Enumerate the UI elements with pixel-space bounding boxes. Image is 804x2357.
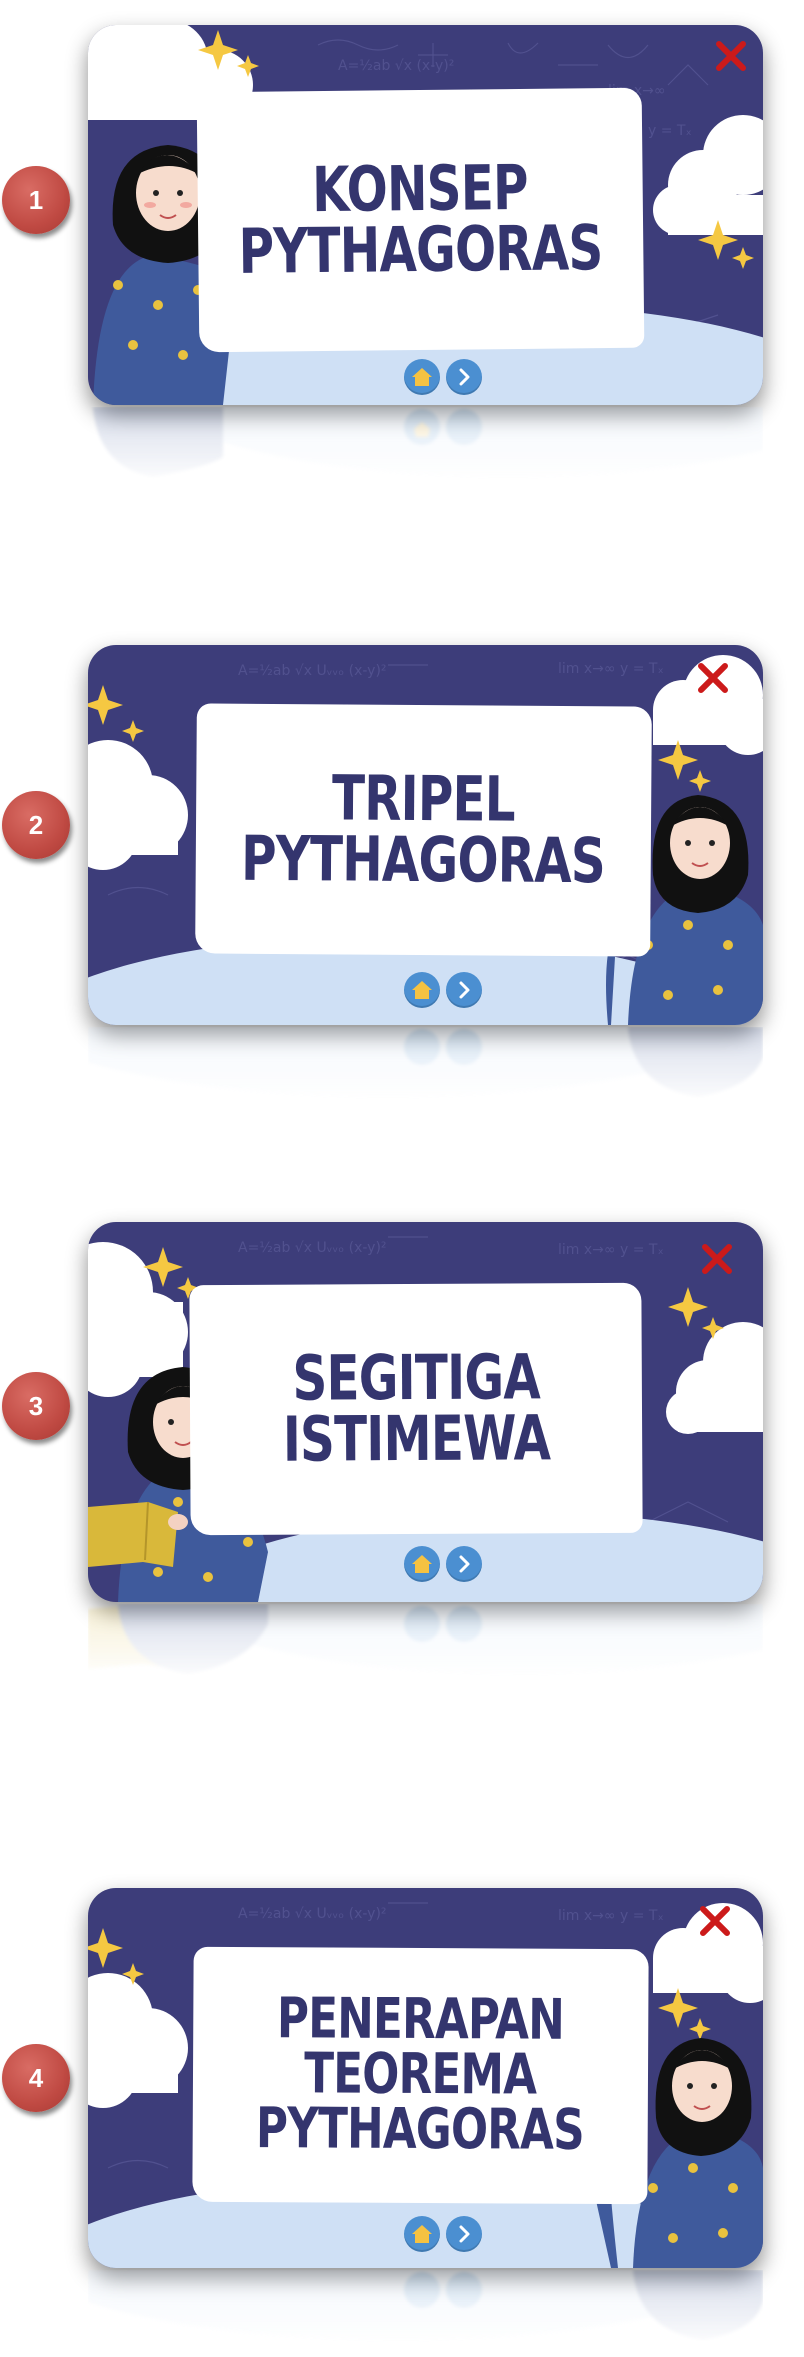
- slide-number-badge-1[interactable]: 1: [2, 166, 70, 234]
- home-button[interactable]: [404, 972, 440, 1008]
- home-button[interactable]: [404, 2216, 440, 2252]
- chevron-right-icon: [459, 981, 470, 999]
- home-button[interactable]: [404, 359, 440, 395]
- slide-number-1: 1: [28, 184, 44, 215]
- svg-text:y = Tₓ: y = Tₓ: [648, 123, 692, 139]
- home-icon: [412, 368, 432, 386]
- slide-number-3: 3: [28, 1390, 44, 1421]
- title-line: SEGITIGA: [291, 1340, 540, 1415]
- slide-title: KONSEP PYTHAGORAS: [238, 151, 604, 288]
- next-button[interactable]: [446, 2216, 482, 2252]
- close-x-icon[interactable]: [696, 661, 730, 695]
- svg-text:lim x→∞ y = Tₓ: lim x→∞ y = Tₓ: [558, 661, 664, 677]
- next-button[interactable]: [446, 359, 482, 395]
- slide-reflection: [88, 1027, 763, 1107]
- slide-title: PENERAPAN TEOREMA PYTHAGORAS: [256, 1986, 585, 2163]
- close-x-icon[interactable]: [700, 1242, 734, 1276]
- title-board: TRIPEL PYTHAGORAS: [195, 703, 652, 957]
- svg-text:lim x→∞ y = Tₓ: lim x→∞ y = Tₓ: [558, 1242, 664, 1258]
- slide-card-3[interactable]: A=½ab √x Uᵥᵥₒ (x-y)² lim x→∞ y = Tₓ SEGI…: [88, 1222, 763, 1602]
- home-icon: [412, 1555, 432, 1573]
- slide-title: SEGITIGA ISTIMEWA: [282, 1340, 551, 1476]
- title-line: PYTHAGORAS: [241, 821, 606, 898]
- slide-reflection: [88, 2270, 763, 2350]
- home-icon: [412, 2225, 432, 2243]
- title-line: PENERAPAN: [277, 1986, 565, 2053]
- slide-number-badge-4[interactable]: 4: [2, 2044, 70, 2112]
- chevron-right-icon: [459, 2225, 470, 2243]
- title-board: SEGITIGA ISTIMEWA: [189, 1282, 643, 1536]
- title-line: TEOREMA: [304, 2041, 537, 2108]
- chevron-right-icon: [459, 1555, 470, 1573]
- home-icon: [412, 981, 432, 999]
- next-button[interactable]: [446, 1546, 482, 1582]
- slide-number-2: 2: [28, 809, 44, 840]
- next-button[interactable]: [446, 972, 482, 1008]
- slide-reflection: [88, 1604, 763, 1684]
- chevron-right-icon: [459, 368, 470, 386]
- slide-number-badge-3[interactable]: 3: [2, 1372, 70, 1440]
- title-board: KONSEP PYTHAGORAS: [196, 87, 645, 353]
- close-x-icon[interactable]: [698, 1904, 732, 1938]
- title-line: PYTHAGORAS: [256, 2096, 585, 2163]
- slide-reflection: [88, 407, 763, 487]
- title-board: PENERAPAN TEOREMA PYTHAGORAS: [192, 1946, 649, 2205]
- slide-number-badge-2[interactable]: 2: [2, 791, 70, 859]
- nav-buttons: [404, 359, 482, 395]
- slide-title: TRIPEL PYTHAGORAS: [241, 762, 606, 898]
- home-button[interactable]: [404, 1546, 440, 1582]
- slide-card-1[interactable]: A=½ab √x (x-y)² lim x→∞ y = Tₓ KONSEP PY…: [88, 25, 763, 405]
- nav-buttons: [404, 972, 482, 1008]
- svg-text:A=½ab √x Uᵥᵥₒ (x-y)²: A=½ab √x Uᵥᵥₒ (x-y)²: [238, 1906, 387, 1922]
- svg-text:A=½ab √x Uᵥᵥₒ (x-y)²: A=½ab √x Uᵥᵥₒ (x-y)²: [238, 663, 387, 679]
- svg-text:A=½ab √x Uᵥᵥₒ (x-y)²: A=½ab √x Uᵥᵥₒ (x-y)²: [238, 1240, 387, 1256]
- svg-text:A=½ab √x (x-y)²: A=½ab √x (x-y)²: [338, 58, 454, 74]
- title-line: ISTIMEWA: [282, 1401, 551, 1476]
- svg-text:lim x→∞ y = Tₓ: lim x→∞ y = Tₓ: [558, 1908, 664, 1924]
- slide-number-4: 4: [28, 2062, 44, 2093]
- title-line: PYTHAGORAS: [238, 211, 604, 288]
- close-x-icon[interactable]: [714, 39, 748, 73]
- nav-buttons: [404, 1546, 482, 1582]
- nav-buttons: [404, 2216, 482, 2252]
- slide-card-4[interactable]: A=½ab √x Uᵥᵥₒ (x-y)² lim x→∞ y = Tₓ PENE…: [88, 1888, 763, 2268]
- slide-card-2[interactable]: A=½ab √x Uᵥᵥₒ (x-y)² lim x→∞ y = Tₓ TRIP…: [88, 645, 763, 1025]
